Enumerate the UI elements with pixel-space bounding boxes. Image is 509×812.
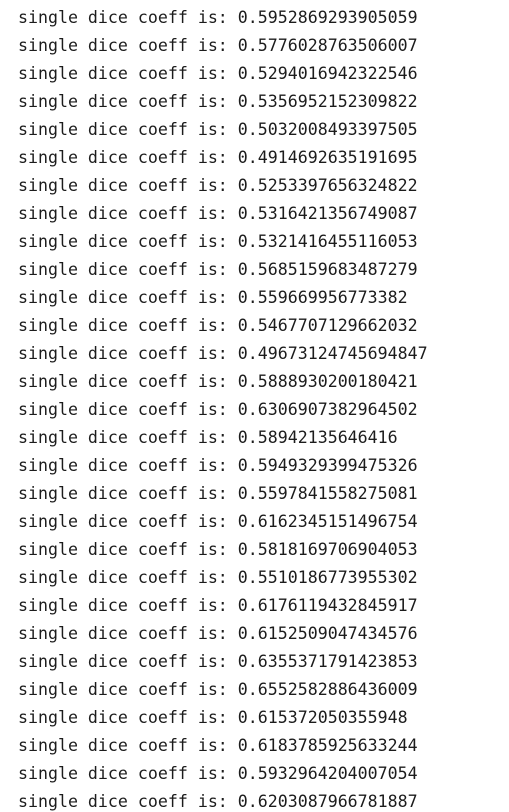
output-line: single dice coeff is: 0.6552582886436009 [18, 680, 418, 699]
output-line: single dice coeff is: 0.6306907382964502 [18, 400, 418, 419]
output-line: single dice coeff is: 0.5356952152309822 [18, 92, 418, 111]
output-line: single dice coeff is: 0.5685159683487279 [18, 260, 418, 279]
output-line: single dice coeff is: 0.5321416455116053 [18, 232, 418, 251]
output-line: single dice coeff is: 0.5253397656324822 [18, 176, 418, 195]
output-line: single dice coeff is: 0.5597841558275081 [18, 484, 418, 503]
output-line: single dice coeff is: 0.4914692635191695 [18, 148, 418, 167]
output-line: single dice coeff is: 0.4967312474569484… [18, 344, 428, 363]
output-line: single dice coeff is: 0.6183785925633244 [18, 736, 418, 755]
output-line: single dice coeff is: 0.6355371791423853 [18, 652, 418, 671]
output-line: single dice coeff is: 0.6203087966781887 [18, 792, 418, 811]
output-line: single dice coeff is: 0.559669956773382 [18, 288, 408, 307]
output-line: single dice coeff is: 0.5818169706904053 [18, 540, 418, 559]
output-line: single dice coeff is: 0.5294016942322546 [18, 64, 418, 83]
output-line: single dice coeff is: 0.5467707129662032 [18, 316, 418, 335]
output-line: single dice coeff is: 0.6176119432845917 [18, 596, 418, 615]
output-line: single dice coeff is: 0.5949329399475326 [18, 456, 418, 475]
output-line: single dice coeff is: 0.5316421356749087 [18, 204, 418, 223]
output-line: single dice coeff is: 0.58942135646416 [18, 428, 398, 447]
output-line: single dice coeff is: 0.6162345151496754 [18, 512, 418, 531]
output-line: single dice coeff is: 0.6152509047434576 [18, 624, 418, 643]
output-line: single dice coeff is: 0.5888930200180421 [18, 372, 418, 391]
output-line: single dice coeff is: 0.5510186773955302 [18, 568, 418, 587]
output-line: single dice coeff is: 0.5776028763506007 [18, 36, 418, 55]
output-line: single dice coeff is: 0.5952869293905059 [18, 8, 418, 27]
output-line: single dice coeff is: 0.5032008493397505 [18, 120, 418, 139]
output-line: single dice coeff is: 0.615372050355948 [18, 708, 408, 727]
output-line: single dice coeff is: 0.5932964204007054 [18, 764, 418, 783]
console-output: single dice coeff is: 0.5952869293905059… [0, 0, 509, 812]
